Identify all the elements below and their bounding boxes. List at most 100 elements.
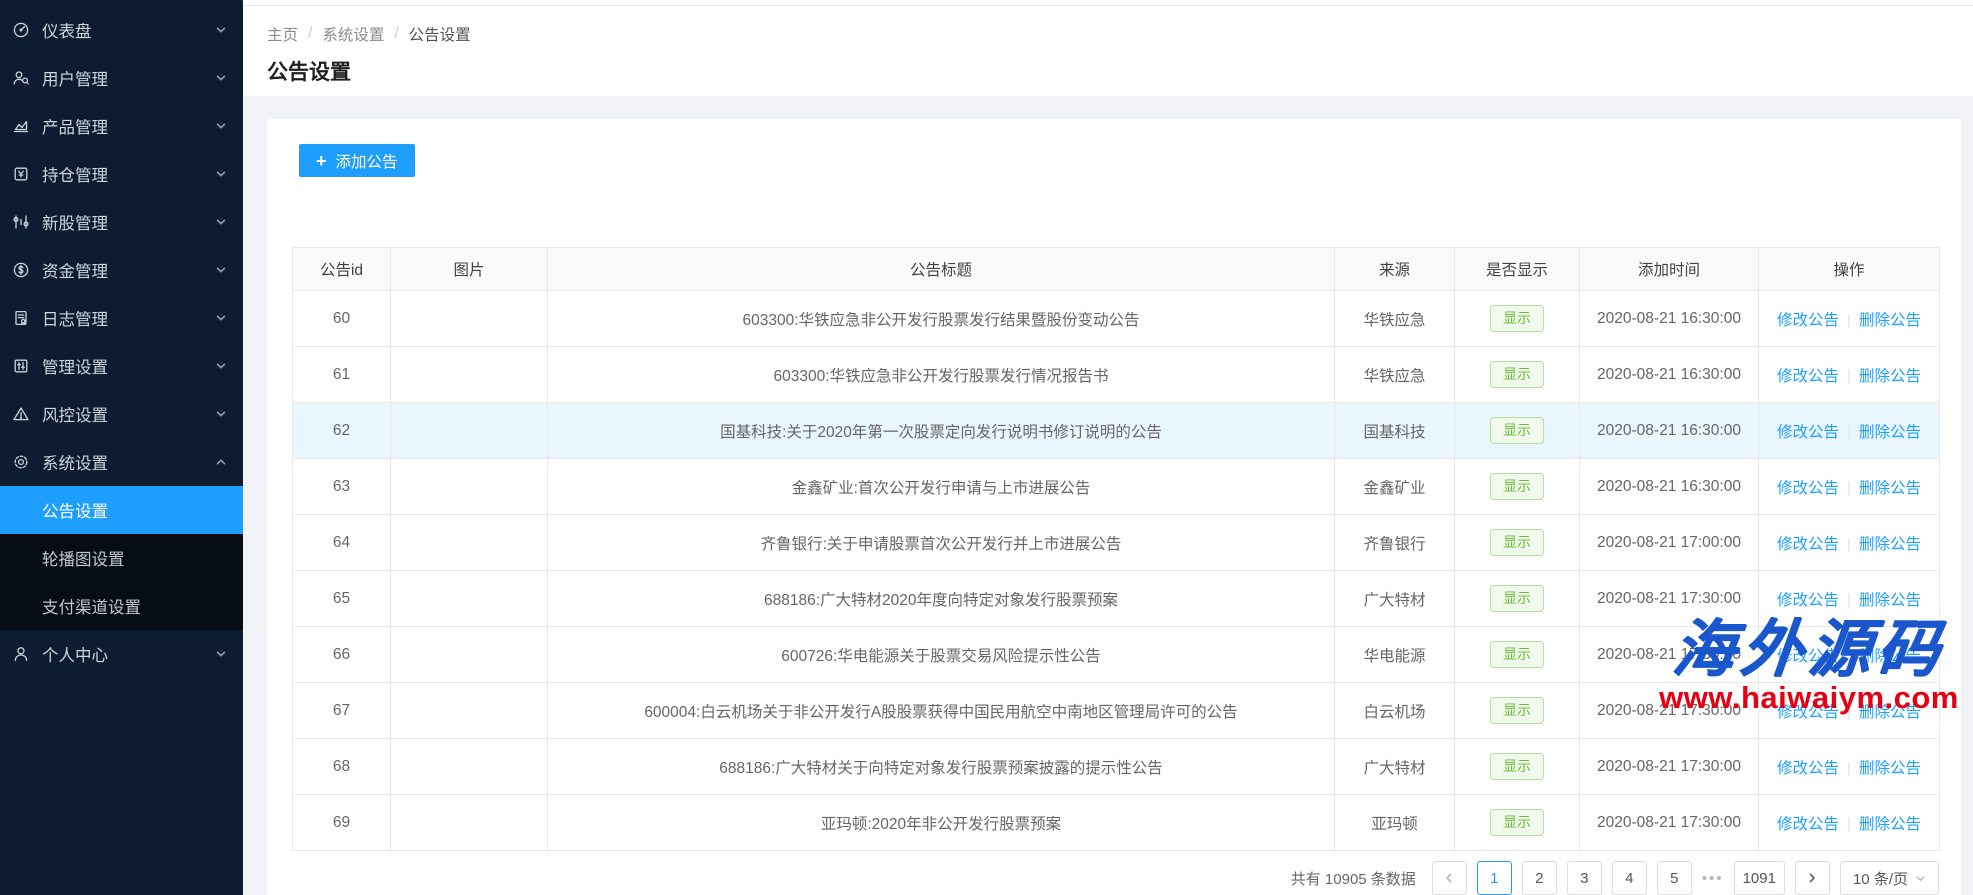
sidebar-item-risk-settings[interactable]: 风控设置 <box>0 390 243 438</box>
cell-image <box>391 291 548 347</box>
sidebar-item-label: 日志管理 <box>42 306 108 330</box>
edit-announcement-link[interactable]: 修改公告 <box>1777 760 1839 777</box>
delete-announcement-link[interactable]: 删除公告 <box>1859 480 1921 497</box>
sidebar-item-admin-settings[interactable]: 管理设置 <box>0 342 243 390</box>
sidebar-subitem-payment-channel-settings[interactable]: 支付渠道设置 <box>0 582 243 630</box>
status-badge: 显示 <box>1490 361 1544 388</box>
cell-visible: 显示 <box>1455 403 1580 459</box>
edit-announcement-link[interactable]: 修改公告 <box>1777 704 1839 721</box>
col-header-actions: 操作 <box>1759 248 1940 291</box>
status-badge: 显示 <box>1490 529 1544 556</box>
cell-actions: 修改公告|删除公告 <box>1759 739 1940 795</box>
cell-source: 齐鲁银行 <box>1335 515 1455 571</box>
cell-actions: 修改公告|删除公告 <box>1759 571 1940 627</box>
cell-visible: 显示 <box>1455 795 1580 851</box>
col-header-title: 公告标题 <box>548 248 1335 291</box>
delete-announcement-link[interactable]: 删除公告 <box>1859 368 1921 385</box>
page-button-3[interactable]: 3 <box>1567 861 1602 895</box>
edit-announcement-link[interactable]: 修改公告 <box>1777 536 1839 553</box>
delete-announcement-link[interactable]: 删除公告 <box>1859 760 1921 777</box>
status-badge: 显示 <box>1490 697 1544 724</box>
page-button-4[interactable]: 4 <box>1612 861 1647 895</box>
delete-announcement-link[interactable]: 删除公告 <box>1859 312 1921 329</box>
sidebar: 仪表盘 用户管理 产品管理 持仓管理 新股管理 资金管理 日志管理 管理设置 <box>0 0 243 895</box>
cell-id: 60 <box>293 291 391 347</box>
plus-icon: + <box>316 152 327 170</box>
cell-actions: 修改公告|删除公告 <box>1759 347 1940 403</box>
sidebar-subitem-carousel-settings[interactable]: 轮播图设置 <box>0 534 243 582</box>
breadcrumb-system-settings[interactable]: 系统设置 <box>322 23 384 45</box>
cell-image <box>391 795 548 851</box>
breadcrumb-current: 公告设置 <box>409 23 471 45</box>
page-button-2[interactable]: 2 <box>1522 861 1557 895</box>
chevron-down-icon <box>215 72 227 84</box>
edit-announcement-link[interactable]: 修改公告 <box>1777 480 1839 497</box>
sidebar-item-dashboard[interactable]: 仪表盘 <box>0 6 243 54</box>
edit-announcement-link[interactable]: 修改公告 <box>1777 816 1839 833</box>
sidebar-subitem-announcement-settings[interactable]: 公告设置 <box>0 486 243 534</box>
cell-id: 69 <box>293 795 391 851</box>
cell-time: 2020-08-21 16:30:00 <box>1580 459 1759 515</box>
cell-title: 600004:白云机场关于非公开发行A股股票获得中国民用航空中南地区管理局许可的… <box>548 683 1335 739</box>
status-badge: 显示 <box>1490 473 1544 500</box>
sidebar-item-label: 风控设置 <box>42 402 108 426</box>
table-row: 66 600726:华电能源关于股票交易风险提示性公告 华电能源 显示 2020… <box>293 627 1940 683</box>
delete-announcement-link[interactable]: 删除公告 <box>1859 592 1921 609</box>
add-announcement-button[interactable]: + 添加公告 <box>299 144 415 177</box>
sidebar-item-products[interactable]: 产品管理 <box>0 102 243 150</box>
edit-announcement-link[interactable]: 修改公告 <box>1777 424 1839 441</box>
gear-icon <box>12 453 30 471</box>
edit-announcement-link[interactable]: 修改公告 <box>1777 312 1839 329</box>
cell-visible: 显示 <box>1455 627 1580 683</box>
delete-announcement-link[interactable]: 删除公告 <box>1859 816 1921 833</box>
action-divider: | <box>1839 760 1859 777</box>
breadcrumb: 主页 / 系统设置 / 公告设置 <box>267 23 1949 45</box>
page-button-last[interactable]: 1091 <box>1734 861 1785 895</box>
col-header-time: 添加时间 <box>1580 248 1759 291</box>
cell-source: 华电能源 <box>1335 627 1455 683</box>
chevron-down-icon <box>1915 873 1926 884</box>
content-area: + 添加公告 公告id 图片 公告标题 来源 是否显示 添加时间 <box>243 96 1973 895</box>
sidebar-item-new-stock[interactable]: 新股管理 <box>0 198 243 246</box>
chevron-down-icon <box>215 216 227 228</box>
delete-announcement-link[interactable]: 删除公告 <box>1859 704 1921 721</box>
table-row: 67 600004:白云机场关于非公开发行A股股票获得中国民用航空中南地区管理局… <box>293 683 1940 739</box>
next-page-button[interactable] <box>1795 861 1830 895</box>
breadcrumb-home[interactable]: 主页 <box>267 23 298 45</box>
action-divider: | <box>1839 648 1859 665</box>
sidebar-item-system-settings[interactable]: 系统设置 <box>0 438 243 486</box>
edit-announcement-link[interactable]: 修改公告 <box>1777 648 1839 665</box>
page-button-5[interactable]: 5 <box>1657 861 1692 895</box>
chevron-down-icon <box>215 360 227 372</box>
cell-visible: 显示 <box>1455 739 1580 795</box>
col-header-id: 公告id <box>293 248 391 291</box>
page-size-select[interactable]: 10 条/页 <box>1840 861 1939 895</box>
sidebar-item-funds[interactable]: 资金管理 <box>0 246 243 294</box>
cell-image <box>391 515 548 571</box>
delete-announcement-link[interactable]: 删除公告 <box>1859 424 1921 441</box>
cell-image <box>391 347 548 403</box>
sidebar-item-logs[interactable]: 日志管理 <box>0 294 243 342</box>
page-button-1[interactable]: 1 <box>1477 861 1512 895</box>
page-header: 主页 / 系统设置 / 公告设置 公告设置 <box>243 0 1973 96</box>
cell-image <box>391 739 548 795</box>
cell-source: 国基科技 <box>1335 403 1455 459</box>
chevron-up-icon <box>215 456 227 468</box>
cell-visible: 显示 <box>1455 683 1580 739</box>
sidebar-item-positions[interactable]: 持仓管理 <box>0 150 243 198</box>
chevron-down-icon <box>215 312 227 324</box>
sidebar-item-users[interactable]: 用户管理 <box>0 54 243 102</box>
cell-actions: 修改公告|删除公告 <box>1759 515 1940 571</box>
edit-announcement-link[interactable]: 修改公告 <box>1777 368 1839 385</box>
chevron-down-icon <box>215 408 227 420</box>
edit-announcement-link[interactable]: 修改公告 <box>1777 592 1839 609</box>
delete-announcement-link[interactable]: 删除公告 <box>1859 536 1921 553</box>
cell-actions: 修改公告|删除公告 <box>1759 403 1940 459</box>
sidebar-item-personal-center[interactable]: 个人中心 <box>0 630 243 678</box>
cell-title: 国基科技:关于2020年第一次股票定向发行说明书修订说明的公告 <box>548 403 1335 459</box>
pagination-total: 共有 10905 条数据 <box>1291 868 1416 889</box>
pagination-ellipsis[interactable]: ••• <box>1702 870 1724 887</box>
prev-page-button[interactable] <box>1432 861 1467 895</box>
delete-announcement-link[interactable]: 删除公告 <box>1859 648 1921 665</box>
action-divider: | <box>1839 424 1859 441</box>
